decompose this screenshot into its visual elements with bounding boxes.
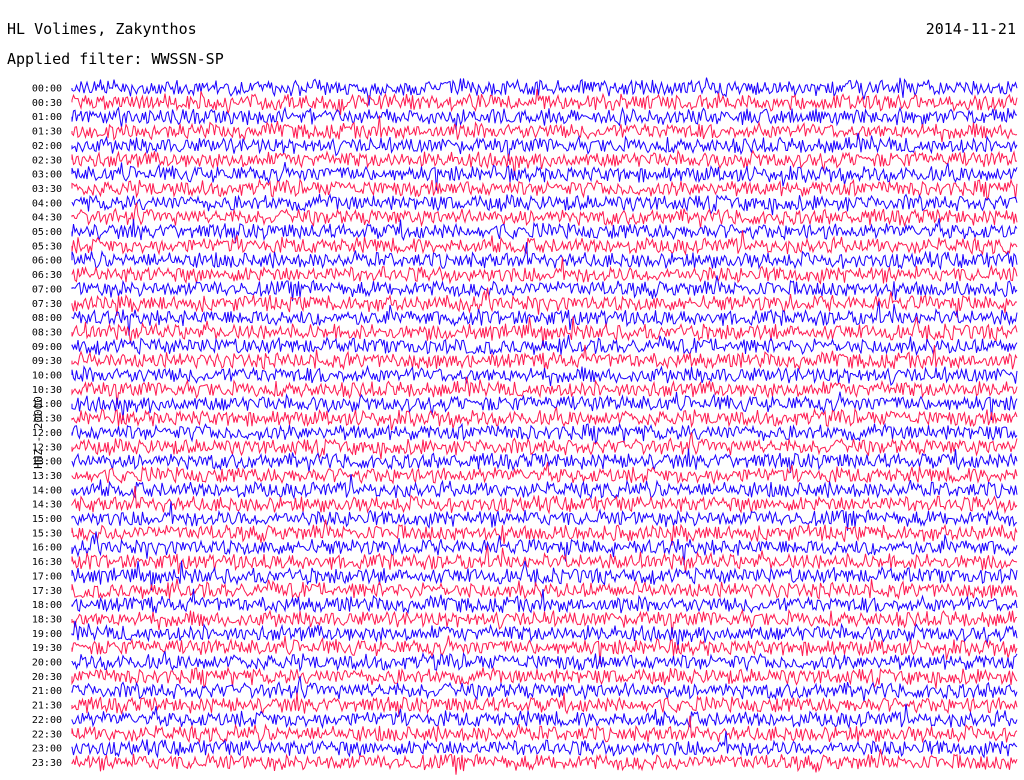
row-tick-label: 03:30 [32,184,62,195]
row-tick-label: 06:30 [32,270,62,281]
row-tick-label: 02:30 [32,155,62,166]
trace-row [71,486,1018,515]
trace-group [71,77,1018,775]
trace-row [71,462,1018,486]
row-tick-label: 02:00 [32,141,62,152]
row-tick-label: 08:00 [32,313,62,324]
row-tick-label: 03:00 [32,170,62,181]
row-tick-label: 15:00 [32,514,62,525]
row-tick-label: 09:30 [32,356,62,367]
row-tick-label: 22:00 [32,715,62,726]
row-tick-label: 10:30 [32,385,62,396]
trace-row [71,316,1018,347]
trace-row [71,106,1018,130]
row-tick-label: 06:00 [32,256,62,267]
trace-row [71,432,1018,460]
row-tick-label: 01:30 [32,127,62,138]
trace-row [71,578,1018,601]
row-tick-label: 23:30 [32,758,62,769]
row-tick-label: 05:30 [32,241,62,252]
row-tick-label: 11:30 [32,414,62,425]
row-tick-label: 08:30 [32,327,62,338]
trace-row [71,287,1018,318]
row-tick-label: 05:00 [32,227,62,238]
row-tick-label: 12:30 [32,442,62,453]
row-tick-label: 12:00 [32,428,62,439]
row-tick-label: 21:00 [32,686,62,697]
trace-row [71,178,1018,202]
row-tick-label: 07:00 [32,284,62,295]
trace-row [71,692,1018,717]
row-tick-label: 22:30 [32,729,62,740]
row-tick-label: 11:00 [32,399,62,410]
row-tick-label: 14:00 [32,485,62,496]
trace-row [71,162,1018,191]
row-tick-label: 00:00 [32,84,62,95]
row-tick-label: 21:30 [32,701,62,712]
trace-row [71,77,1018,106]
trace-row [71,149,1017,177]
trace-row [71,474,1018,500]
row-tick-label: 15:30 [32,528,62,539]
trace-row [71,501,1018,531]
row-tick-label: 17:30 [32,586,62,597]
row-tick-label: 04:30 [32,213,62,224]
trace-row [71,364,1018,387]
trace-row [71,651,1018,673]
row-tick-label: 09:00 [32,342,62,353]
row-tick-label: 18:00 [32,600,62,611]
trace-row [71,218,1018,244]
row-tick-label: 16:30 [32,557,62,568]
row-tick-label: 10:00 [32,371,62,382]
row-tick-label: 13:30 [32,471,62,482]
row-tick-label: 23:00 [32,744,62,755]
row-tick-label: 17:00 [32,571,62,582]
row-tick-label: 04:00 [32,198,62,209]
row-tick-label: 18:30 [32,614,62,625]
trace-row [71,665,1018,690]
row-tick-label: 07:30 [32,299,62,310]
row-tick-label: 14:30 [32,500,62,511]
row-tick-label: 20:00 [32,658,62,669]
trace-row [71,588,1018,615]
row-tick-label: 01:00 [32,112,62,123]
trace-row [71,748,1018,775]
trace-row [71,376,1018,405]
row-tick-label: 20:30 [32,672,62,683]
row-tick-label: 00:30 [32,98,62,109]
helicorder-plot: 00:00 00:30 01:00 01:30 02:00 02:30 03:00 03:30… [32,77,1018,775]
trace-row [71,334,1018,357]
trace-row [71,257,1018,285]
row-tick-label: 19:30 [32,643,62,654]
row-tick-label: 13:00 [32,457,62,468]
row-tick-label: 16:00 [32,543,62,554]
row-tick-label: 19:00 [32,629,62,640]
tick-label-group: 00:00 00:30 01:00 01:30 02:00 02:30 03:00 03:30… [32,84,62,769]
